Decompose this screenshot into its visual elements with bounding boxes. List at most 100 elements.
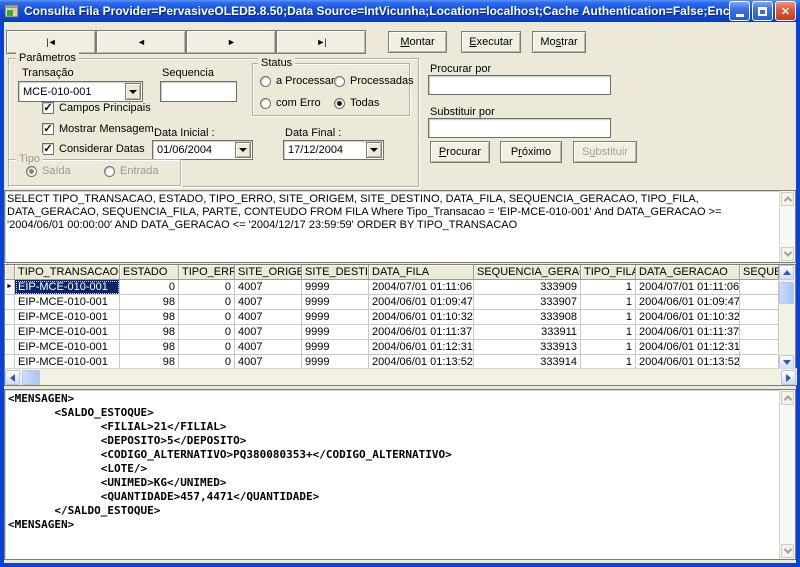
table-cell[interactable]: 0 [179, 295, 235, 310]
table-cell[interactable]: 2004/07/01 01:11:06 [636, 280, 740, 295]
table-cell[interactable]: 1 [581, 340, 636, 355]
transacao-dropdown-button[interactable] [125, 83, 141, 100]
table-cell[interactable] [740, 295, 779, 310]
table-cell[interactable]: 1 [581, 295, 636, 310]
nav-first-button[interactable]: |◄ [6, 30, 96, 54]
proximo-button[interactable]: Próximo [500, 141, 562, 163]
scroll-left-icon[interactable] [5, 370, 20, 385]
column-header-tipo_transacao[interactable]: TIPO_TRANSACAO [15, 265, 120, 280]
column-header-tipo_erro[interactable]: TIPO_ERRO [179, 265, 235, 280]
table-cell[interactable]: 98 [120, 325, 179, 340]
scroll-right-icon[interactable] [781, 370, 796, 385]
table-cell[interactable]: 333908 [474, 310, 581, 325]
table-cell[interactable]: 4007 [235, 280, 302, 295]
data-final-dropdown-button[interactable] [366, 142, 382, 158]
table-cell[interactable]: 1 [581, 280, 636, 295]
table-cell[interactable]: 9999 [302, 295, 369, 310]
substituir-por-input[interactable] [428, 118, 611, 138]
table-cell[interactable]: 1 [581, 310, 636, 325]
results-table[interactable]: TIPO_TRANSACAOESTADOTIPO_ERROSITE_ORIGEM… [4, 264, 796, 386]
scroll-up-icon[interactable] [779, 265, 794, 280]
scroll-down-icon[interactable] [781, 247, 794, 261]
table-cell[interactable]: 2004/06/01 01:11:37 [636, 325, 740, 340]
column-header-sequencia_fila[interactable]: SEQUENCIA_FILA [740, 265, 779, 280]
table-cell[interactable]: 2004/06/01 01:12:31 [369, 340, 474, 355]
column-header-site_destino[interactable]: SITE_DESTINO [302, 265, 369, 280]
table-cell[interactable]: 0 [120, 280, 179, 295]
table-cell[interactable]: 333909 [474, 280, 581, 295]
data-inicial-dropdown-button[interactable] [235, 142, 251, 158]
table-cell[interactable]: 2004/06/01 01:11:37 [369, 325, 474, 340]
table-cell[interactable]: 9999 [302, 325, 369, 340]
sequencia-input[interactable] [160, 81, 237, 102]
checkbox-considerar-datas[interactable]: ✓Considerar Datas [42, 143, 145, 155]
minimize-button[interactable] [729, 1, 750, 21]
maximize-button[interactable] [752, 1, 773, 21]
radio-todas[interactable]: Todas [334, 97, 379, 109]
table-horizontal-scrollbar[interactable] [5, 368, 797, 385]
sql-scrollbar[interactable] [779, 191, 795, 262]
table-cell[interactable]: 4007 [235, 310, 302, 325]
radio-a-processar[interactable]: a Processar [260, 75, 335, 87]
table-cell[interactable]: EIP-MCE-010-001 [15, 325, 120, 340]
column-header-tipo_fila[interactable]: TIPO_FILA [581, 265, 636, 280]
data-final-combobox[interactable]: 17/12/2004 [283, 140, 384, 160]
scroll-down-icon[interactable] [781, 544, 794, 558]
column-header-data_fila[interactable]: DATA_FILA [369, 265, 474, 280]
table-cell[interactable]: 0 [179, 310, 235, 325]
column-header-sequencia_geracao[interactable]: SEQUENCIA_GERACAO [474, 265, 581, 280]
title-bar[interactable]: Consulta Fila Provider=PervasiveOLEDB.8.… [0, 0, 800, 22]
table-cell[interactable]: 333911 [474, 325, 581, 340]
table-cell[interactable]: 4007 [235, 340, 302, 355]
table-cell[interactable]: 98 [120, 340, 179, 355]
table-row[interactable]: EIP-MCE-010-001980400799992004/06/01 01:… [5, 340, 779, 355]
column-header-data_geracao[interactable]: DATA_GERACAO [636, 265, 740, 280]
radio-processadas[interactable]: Processadas [334, 75, 414, 87]
sql-query-box[interactable]: SELECT TIPO_TRANSACAO, ESTADO, TIPO_ERRO… [4, 190, 796, 263]
table-cell[interactable]: 0 [179, 340, 235, 355]
table-cell[interactable]: 2004/06/01 01:09:47 [636, 295, 740, 310]
checkbox-campos-principais[interactable]: ✓Campos Principais [42, 102, 151, 114]
table-cell[interactable]: 2004/06/01 01:10:32 [636, 310, 740, 325]
scroll-up-icon[interactable] [781, 192, 794, 206]
table-row[interactable]: EIP-MCE-010-001980400799992004/06/01 01:… [5, 295, 779, 310]
nav-prev-button[interactable]: ◄ [96, 30, 186, 54]
procurar-por-input[interactable] [428, 75, 611, 95]
table-cell[interactable]: 2004/07/01 01:11:06 [369, 280, 474, 295]
close-button[interactable]: ✕ [775, 1, 796, 21]
table-cell[interactable]: 2004/06/01 01:10:32 [369, 310, 474, 325]
table-cell[interactable]: 333907 [474, 295, 581, 310]
message-scrollbar[interactable] [779, 390, 795, 559]
table-cell[interactable] [740, 325, 779, 340]
table-cell[interactable]: 9999 [302, 280, 369, 295]
table-cell[interactable]: 1 [581, 325, 636, 340]
scroll-up-icon[interactable] [781, 391, 794, 405]
montar-button[interactable]: Montar [388, 31, 447, 53]
table-row[interactable]: EIP-MCE-010-001980400799992004/06/01 01:… [5, 310, 779, 325]
table-cell[interactable]: 333913 [474, 340, 581, 355]
table-cell[interactable]: EIP-MCE-010-001 [15, 310, 120, 325]
vertical-scroll-thumb[interactable] [779, 282, 794, 304]
message-xml-box[interactable]: <MENSAGEN> <SALDO_ESTOQUE> <FILIAL>21</F… [4, 389, 796, 560]
transacao-combobox[interactable]: MCE-010-001 [18, 81, 143, 102]
table-cell[interactable]: 4007 [235, 325, 302, 340]
table-cell[interactable]: 4007 [235, 295, 302, 310]
executar-button[interactable]: Executar [461, 31, 521, 53]
data-inicial-combobox[interactable]: 01/06/2004 [152, 140, 253, 160]
table-cell[interactable]: 2004/06/01 01:09:47 [369, 295, 474, 310]
table-cell[interactable] [740, 340, 779, 355]
procurar-button[interactable]: Procurar [430, 141, 490, 163]
radio-com-erro[interactable]: com Erro [260, 97, 321, 109]
column-header-site_origem[interactable]: SITE_ORIGEM [235, 265, 302, 280]
table-row[interactable]: EIP-MCE-010-001980400799992004/06/01 01:… [5, 325, 779, 340]
table-cell[interactable]: EIP-MCE-010-001 [15, 340, 120, 355]
table-cell[interactable]: 2004/06/01 01:12:31 [636, 340, 740, 355]
table-cell[interactable]: 98 [120, 310, 179, 325]
table-cell[interactable] [740, 310, 779, 325]
nav-next-button[interactable]: ► [186, 30, 276, 54]
table-cell[interactable]: 9999 [302, 340, 369, 355]
table-cell[interactable]: 0 [179, 280, 235, 295]
checkbox-mostrar-mensagem[interactable]: ✓Mostrar Mensagem [42, 123, 154, 135]
table-cell[interactable]: EIP-MCE-010-001 [15, 295, 120, 310]
table-cell[interactable]: 0 [179, 325, 235, 340]
